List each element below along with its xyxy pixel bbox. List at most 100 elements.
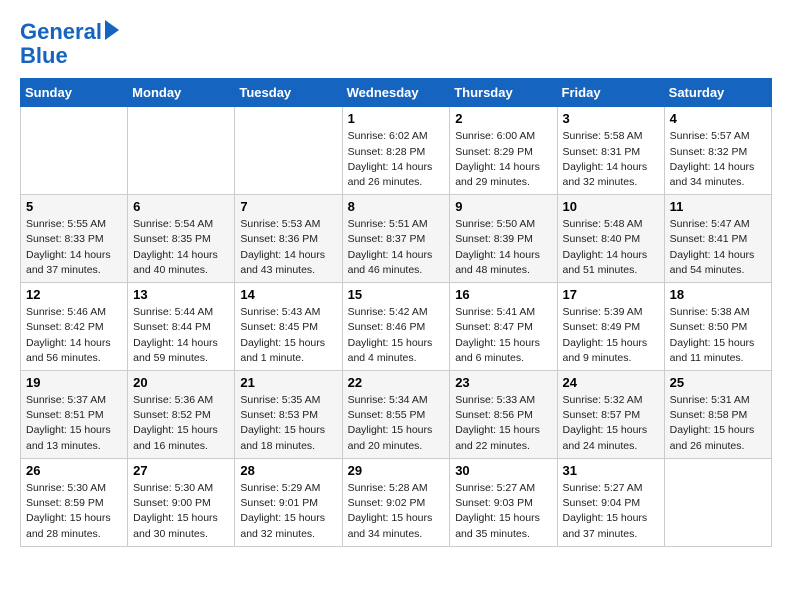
day-cell: 5Sunrise: 5:55 AM Sunset: 8:33 PM Daylig… bbox=[21, 195, 128, 283]
day-info: Sunrise: 5:39 AM Sunset: 8:49 PM Dayligh… bbox=[563, 305, 659, 366]
day-cell: 18 Sunrise: 5:38 AM Sunset: 8:50 PM Dayli… bbox=[664, 283, 771, 371]
day-number: 18 bbox=[670, 287, 766, 302]
logo: General Blue bbox=[20, 20, 119, 68]
day-cell: 9 Sunrise: 5:50 AM Sunset: 8:39 PM Daylig… bbox=[450, 195, 557, 283]
day-info: Sunrise: 5:57 AM Sunset: 8:32 PM Dayligh… bbox=[670, 129, 766, 190]
day-number: 25 bbox=[670, 375, 766, 390]
day-number: 30 bbox=[455, 463, 551, 478]
day-info: Sunrise: 5:30 AM Sunset: 9:00 PM Dayligh… bbox=[133, 481, 229, 542]
day-info: Sunrise: 5:30 AM Sunset: 8:59 PM Dayligh… bbox=[26, 481, 122, 542]
day-cell: 26 Sunrise: 5:30 AM Sunset: 8:59 PM Dayli… bbox=[21, 458, 128, 546]
day-info: Sunrise: 5:48 AM Sunset: 8:40 PM Dayligh… bbox=[563, 217, 659, 278]
day-number: 20 bbox=[133, 375, 229, 390]
day-cell: 31 Sunrise: 5:27 AM Sunset: 9:04 PM Dayli… bbox=[557, 458, 664, 546]
day-cell: 15 Sunrise: 5:42 AM Sunset: 8:46 PM Dayli… bbox=[342, 283, 450, 371]
logo-text2: Blue bbox=[20, 44, 68, 68]
day-number: 10 bbox=[563, 199, 659, 214]
day-info: Sunrise: 5:29 AM Sunset: 9:01 PM Dayligh… bbox=[240, 481, 336, 542]
day-cell: 16 Sunrise: 5:41 AM Sunset: 8:47 PM Dayli… bbox=[450, 283, 557, 371]
day-cell bbox=[664, 458, 771, 546]
day-number: 3 bbox=[563, 111, 659, 126]
day-cell: 8Sunrise: 5:51 AM Sunset: 8:37 PM Daylig… bbox=[342, 195, 450, 283]
day-cell: 2Sunrise: 6:00 AM Sunset: 8:29 PM Daylig… bbox=[450, 107, 557, 195]
header-row: SundayMondayTuesdayWednesdayThursdayFrid… bbox=[21, 79, 772, 107]
logo-arrow-icon bbox=[105, 20, 119, 40]
day-info: Sunrise: 5:38 AM Sunset: 8:50 PM Dayligh… bbox=[670, 305, 766, 366]
day-cell: 10 Sunrise: 5:48 AM Sunset: 8:40 PM Dayli… bbox=[557, 195, 664, 283]
day-number: 21 bbox=[240, 375, 336, 390]
day-number: 14 bbox=[240, 287, 336, 302]
day-info: Sunrise: 6:02 AM Sunset: 8:28 PM Dayligh… bbox=[348, 129, 445, 190]
day-cell: 21 Sunrise: 5:35 AM Sunset: 8:53 PM Dayli… bbox=[235, 371, 342, 459]
day-cell: 20 Sunrise: 5:36 AM Sunset: 8:52 PM Dayli… bbox=[128, 371, 235, 459]
day-number: 11 bbox=[670, 199, 766, 214]
day-number: 6 bbox=[133, 199, 229, 214]
day-cell: 13 Sunrise: 5:44 AM Sunset: 8:44 PM Dayli… bbox=[128, 283, 235, 371]
day-info: Sunrise: 5:53 AM Sunset: 8:36 PM Dayligh… bbox=[240, 217, 336, 278]
day-cell: 3 Sunrise: 5:58 AM Sunset: 8:31 PM Daylig… bbox=[557, 107, 664, 195]
day-info: Sunrise: 5:33 AM Sunset: 8:56 PM Dayligh… bbox=[455, 393, 551, 454]
day-info: Sunrise: 5:58 AM Sunset: 8:31 PM Dayligh… bbox=[563, 129, 659, 190]
day-cell: 12Sunrise: 5:46 AM Sunset: 8:42 PM Dayli… bbox=[21, 283, 128, 371]
day-info: Sunrise: 5:28 AM Sunset: 9:02 PM Dayligh… bbox=[348, 481, 445, 542]
day-info: Sunrise: 5:47 AM Sunset: 8:41 PM Dayligh… bbox=[670, 217, 766, 278]
day-info: Sunrise: 5:37 AM Sunset: 8:51 PM Dayligh… bbox=[26, 393, 122, 454]
day-number: 29 bbox=[348, 463, 445, 478]
logo-text: General bbox=[20, 20, 102, 44]
day-info: Sunrise: 5:54 AM Sunset: 8:35 PM Dayligh… bbox=[133, 217, 229, 278]
week-row-4: 19Sunrise: 5:37 AM Sunset: 8:51 PM Dayli… bbox=[21, 371, 772, 459]
day-number: 24 bbox=[563, 375, 659, 390]
day-number: 17 bbox=[563, 287, 659, 302]
day-number: 9 bbox=[455, 199, 551, 214]
header-monday: Monday bbox=[128, 79, 235, 107]
day-info: Sunrise: 5:36 AM Sunset: 8:52 PM Dayligh… bbox=[133, 393, 229, 454]
day-info: Sunrise: 5:44 AM Sunset: 8:44 PM Dayligh… bbox=[133, 305, 229, 366]
day-info: Sunrise: 5:43 AM Sunset: 8:45 PM Dayligh… bbox=[240, 305, 336, 366]
week-row-1: 1 Sunrise: 6:02 AM Sunset: 8:28 PM Daylig… bbox=[21, 107, 772, 195]
day-number: 28 bbox=[240, 463, 336, 478]
day-cell: 17 Sunrise: 5:39 AM Sunset: 8:49 PM Dayli… bbox=[557, 283, 664, 371]
day-cell: 1 Sunrise: 6:02 AM Sunset: 8:28 PM Daylig… bbox=[342, 107, 450, 195]
day-info: Sunrise: 5:41 AM Sunset: 8:47 PM Dayligh… bbox=[455, 305, 551, 366]
day-cell: 25Sunrise: 5:31 AM Sunset: 8:58 PM Dayli… bbox=[664, 371, 771, 459]
day-number: 4 bbox=[670, 111, 766, 126]
week-row-2: 5Sunrise: 5:55 AM Sunset: 8:33 PM Daylig… bbox=[21, 195, 772, 283]
week-row-5: 26 Sunrise: 5:30 AM Sunset: 8:59 PM Dayli… bbox=[21, 458, 772, 546]
day-number: 13 bbox=[133, 287, 229, 302]
day-info: Sunrise: 5:35 AM Sunset: 8:53 PM Dayligh… bbox=[240, 393, 336, 454]
day-number: 7 bbox=[240, 199, 336, 214]
day-number: 16 bbox=[455, 287, 551, 302]
day-cell: 19Sunrise: 5:37 AM Sunset: 8:51 PM Dayli… bbox=[21, 371, 128, 459]
day-cell: 27 Sunrise: 5:30 AM Sunset: 9:00 PM Dayli… bbox=[128, 458, 235, 546]
day-info: Sunrise: 5:50 AM Sunset: 8:39 PM Dayligh… bbox=[455, 217, 551, 278]
page-header: General Blue bbox=[20, 20, 772, 68]
day-number: 15 bbox=[348, 287, 445, 302]
day-cell: 28 Sunrise: 5:29 AM Sunset: 9:01 PM Dayli… bbox=[235, 458, 342, 546]
day-cell: 24 Sunrise: 5:32 AM Sunset: 8:57 PM Dayli… bbox=[557, 371, 664, 459]
day-number: 27 bbox=[133, 463, 229, 478]
day-number: 2 bbox=[455, 111, 551, 126]
day-number: 31 bbox=[563, 463, 659, 478]
day-cell: 4 Sunrise: 5:57 AM Sunset: 8:32 PM Daylig… bbox=[664, 107, 771, 195]
day-number: 1 bbox=[348, 111, 445, 126]
header-tuesday: Tuesday bbox=[235, 79, 342, 107]
day-number: 23 bbox=[455, 375, 551, 390]
day-number: 22 bbox=[348, 375, 445, 390]
day-cell: 29 Sunrise: 5:28 AM Sunset: 9:02 PM Dayli… bbox=[342, 458, 450, 546]
header-wednesday: Wednesday bbox=[342, 79, 450, 107]
day-number: 26 bbox=[26, 463, 122, 478]
day-cell: 7 Sunrise: 5:53 AM Sunset: 8:36 PM Daylig… bbox=[235, 195, 342, 283]
day-number: 8 bbox=[348, 199, 445, 214]
day-cell bbox=[128, 107, 235, 195]
day-cell bbox=[21, 107, 128, 195]
day-info: Sunrise: 5:27 AM Sunset: 9:03 PM Dayligh… bbox=[455, 481, 551, 542]
day-number: 12 bbox=[26, 287, 122, 302]
header-saturday: Saturday bbox=[664, 79, 771, 107]
day-cell: 11 Sunrise: 5:47 AM Sunset: 8:41 PM Dayli… bbox=[664, 195, 771, 283]
day-cell: 30 Sunrise: 5:27 AM Sunset: 9:03 PM Dayli… bbox=[450, 458, 557, 546]
day-info: Sunrise: 5:42 AM Sunset: 8:46 PM Dayligh… bbox=[348, 305, 445, 366]
day-info: Sunrise: 5:55 AM Sunset: 8:33 PM Dayligh… bbox=[26, 217, 122, 278]
header-sunday: Sunday bbox=[21, 79, 128, 107]
day-info: Sunrise: 5:32 AM Sunset: 8:57 PM Dayligh… bbox=[563, 393, 659, 454]
day-info: Sunrise: 5:27 AM Sunset: 9:04 PM Dayligh… bbox=[563, 481, 659, 542]
